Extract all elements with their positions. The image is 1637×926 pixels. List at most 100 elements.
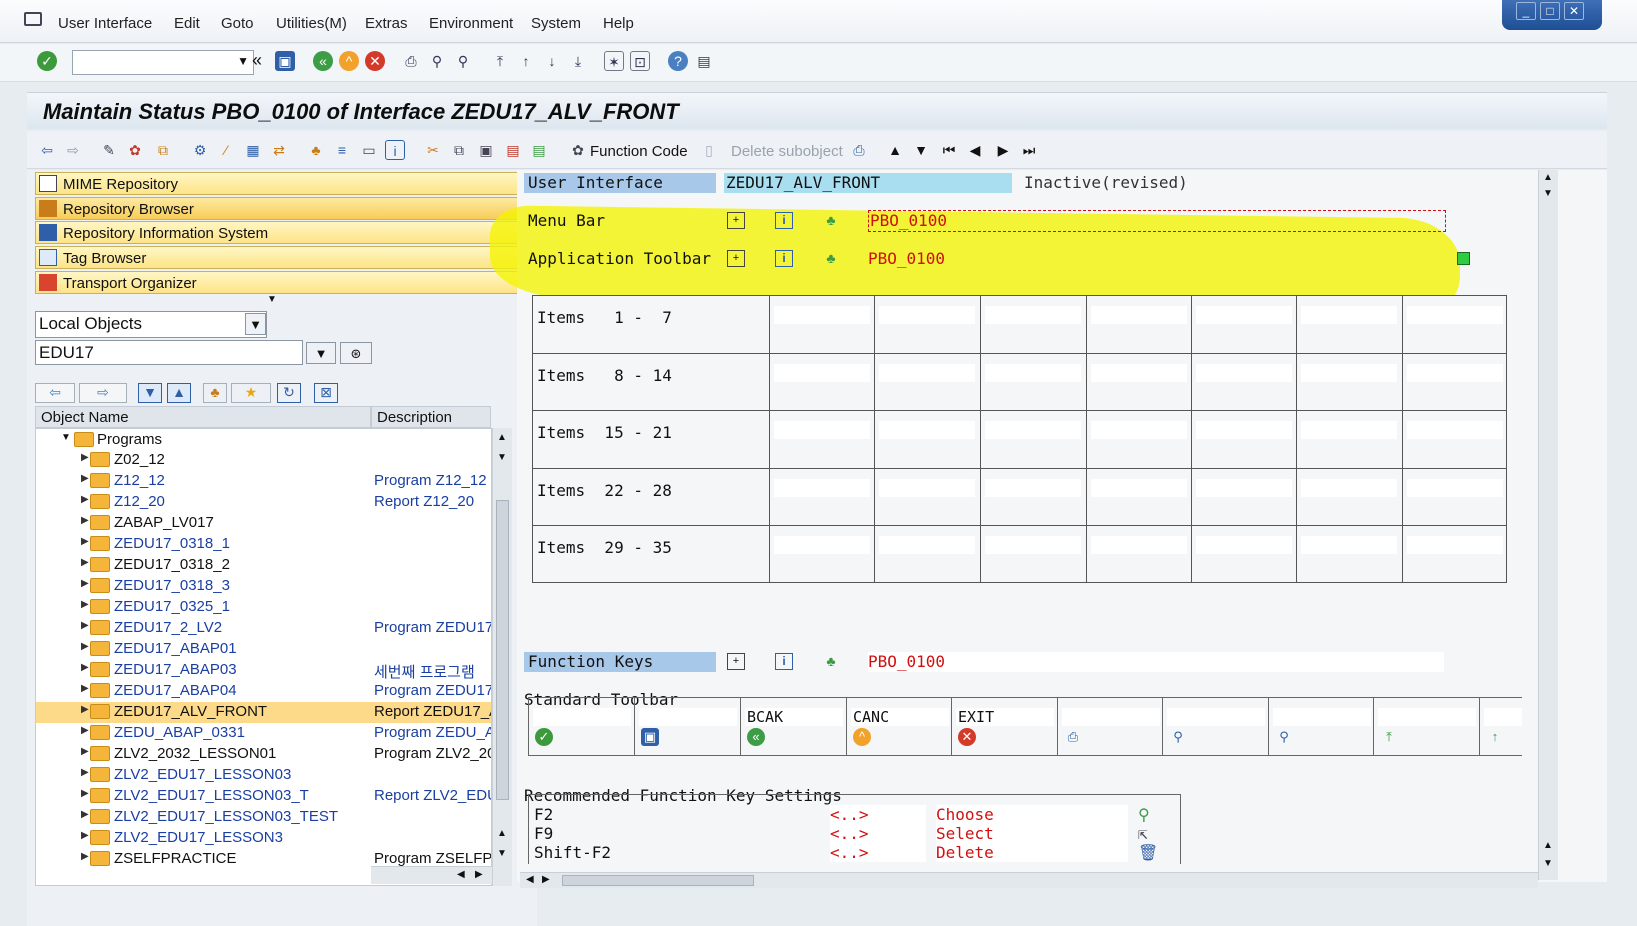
item-cell[interactable] bbox=[1196, 421, 1292, 439]
arrow-right-icon[interactable]: ⇨ bbox=[63, 140, 83, 160]
move-down-icon[interactable]: ▼ bbox=[911, 140, 931, 160]
item-cell[interactable] bbox=[1407, 421, 1503, 439]
expand-arrow-icon[interactable]: ▶ bbox=[81, 536, 89, 547]
menu-bar-status-input[interactable]: PBO_0100 bbox=[868, 210, 1446, 232]
item-cell[interactable] bbox=[1091, 306, 1187, 324]
standard-key-column[interactable]: ⚲ bbox=[1162, 698, 1268, 756]
expand-arrow-icon[interactable]: ▶ bbox=[81, 704, 89, 715]
standard-key-column[interactable]: ▣ bbox=[634, 698, 740, 756]
toolbar-expand-icon[interactable]: + bbox=[727, 250, 745, 267]
expand-arrow-icon[interactable]: ▶ bbox=[81, 662, 89, 673]
toolbar-info-icon[interactable]: i bbox=[775, 250, 793, 267]
standard-key-column[interactable]: ⚲ bbox=[1268, 698, 1374, 756]
tree-row[interactable]: ▶ ZEDU17_ABAP04 Program ZEDU17_A bbox=[36, 681, 491, 702]
tree-row[interactable]: ▶ ZEDU_ABAP_0331 Program ZEDU_AB bbox=[36, 723, 491, 744]
new-session-icon[interactable]: ✶ bbox=[604, 51, 624, 71]
item-cell[interactable] bbox=[985, 478, 1081, 497]
tree-row[interactable]: ▶ Z12_12 Program Z12_12 bbox=[36, 471, 491, 492]
expand-arrow-icon[interactable]: ▶ bbox=[81, 851, 89, 862]
item-cell[interactable] bbox=[879, 306, 975, 324]
refresh-icon[interactable]: ↻ bbox=[277, 383, 301, 403]
item-cell[interactable] bbox=[985, 306, 1081, 324]
tree-row[interactable]: ▶ ZLV2_2032_LESSON01 Program ZLV2_203 bbox=[36, 744, 491, 765]
tree-row[interactable]: ▶ ZLV2_EDU17_LESSON03_TEST bbox=[36, 807, 491, 828]
expand-arrow-icon[interactable]: ▶ bbox=[81, 767, 89, 778]
item-cell[interactable] bbox=[774, 536, 870, 554]
tree-row[interactable]: ▶ ZEDU17_0325_1 bbox=[36, 597, 491, 618]
sap-menu-icon[interactable] bbox=[24, 12, 42, 26]
tree-root-row[interactable]: ▼ Programs bbox=[36, 430, 491, 450]
tree-vertical-scrollbar[interactable]: ▲ ▼ ▲ ▼ bbox=[492, 428, 512, 886]
delete-subobject-button[interactable]: Delete subobject bbox=[731, 143, 843, 160]
item-cell[interactable] bbox=[1196, 363, 1292, 382]
scroll-up-icon[interactable]: ▲ bbox=[1543, 840, 1553, 851]
nav-repository-browser[interactable]: Repository Browser bbox=[35, 197, 537, 220]
scroll-left-icon[interactable]: ◀ bbox=[526, 874, 534, 885]
tree-row[interactable]: ▶ ZEDU17_0318_3 bbox=[36, 576, 491, 597]
tree-row[interactable]: ▶ Z12_20 Report Z12_20 bbox=[36, 492, 491, 513]
menu-goto[interactable]: Goto bbox=[221, 15, 254, 32]
nav-mime-repository[interactable]: MIME Repository bbox=[35, 172, 537, 195]
function-keys-status-input[interactable]: PBO_0100 bbox=[868, 652, 1444, 672]
application-toolbar-status-input[interactable]: PBO_0100 bbox=[868, 249, 1438, 269]
item-cell[interactable] bbox=[879, 363, 975, 382]
scroll-thumb[interactable] bbox=[562, 875, 754, 886]
expand-arrow-icon[interactable]: ▶ bbox=[81, 620, 89, 631]
scroll-down-icon[interactable]: ▼ bbox=[497, 452, 507, 463]
maximize-button[interactable]: □ bbox=[1540, 2, 1560, 20]
editor-horizontal-scrollbar[interactable]: ◀ ▶ bbox=[520, 872, 1538, 888]
standard-key-column[interactable]: ⤒ bbox=[1373, 698, 1479, 756]
tree-back-icon[interactable]: ⇦ bbox=[35, 383, 75, 403]
item-cell[interactable] bbox=[1301, 536, 1397, 554]
item-cell[interactable] bbox=[1196, 306, 1292, 324]
next-icon[interactable]: ▶ bbox=[993, 140, 1013, 160]
close-button[interactable]: ✕ bbox=[1564, 2, 1584, 20]
standard-key-column[interactable]: EXIT ✕ bbox=[951, 698, 1057, 756]
function-code-icon[interactable]: ✿ bbox=[568, 140, 588, 160]
insert-row-icon[interactable]: ▤ bbox=[529, 140, 549, 160]
expand-arrow-icon[interactable]: ▶ bbox=[81, 473, 89, 484]
function-keys-info-icon[interactable]: i bbox=[775, 653, 793, 670]
expand-arrow-icon[interactable]: ▶ bbox=[81, 725, 89, 736]
scroll-up-icon[interactable]: ▲ bbox=[497, 828, 507, 839]
recommended-row[interactable]: F9 <..> Select ⇱ bbox=[534, 824, 1184, 843]
expand-arrow-icon[interactable]: ▶ bbox=[81, 830, 89, 841]
display-icon[interactable]: ⊛ bbox=[340, 342, 372, 364]
scroll-down-icon[interactable]: ▼ bbox=[1543, 188, 1553, 199]
item-cell[interactable] bbox=[985, 536, 1081, 554]
expand-arrow-icon[interactable]: ▶ bbox=[81, 557, 89, 568]
tree-forward-icon[interactable]: ⇨ bbox=[79, 383, 127, 403]
editor-vertical-scrollbar[interactable]: ▲ ▼ ▲ ▼ bbox=[1538, 170, 1558, 880]
tree-row[interactable]: ▶ ZLV2_EDU17_LESSON3 bbox=[36, 828, 491, 849]
tree-row[interactable]: ▶ ZEDU17_ABAP03 세번째 프로그램 bbox=[36, 660, 491, 681]
magic-wand-icon[interactable]: ⁄ bbox=[216, 140, 236, 160]
choose-icon[interactable]: ⚲ bbox=[1138, 805, 1150, 824]
exit-icon[interactable]: ^ bbox=[339, 51, 359, 71]
collapse-all-icon[interactable]: ▲ bbox=[167, 383, 191, 403]
item-cell[interactable] bbox=[1301, 363, 1397, 382]
object-name-input[interactable]: EDU17 bbox=[35, 340, 303, 365]
help-icon[interactable]: ? bbox=[668, 51, 688, 71]
expand-arrow-icon[interactable]: ▶ bbox=[81, 809, 89, 820]
item-cell[interactable] bbox=[1407, 478, 1503, 497]
item-cell[interactable] bbox=[1091, 536, 1187, 554]
copy-icon[interactable]: ⧉ bbox=[449, 140, 469, 160]
cut-icon[interactable]: ✂ bbox=[423, 140, 443, 160]
standard-key-column[interactable]: ✓ bbox=[528, 698, 634, 756]
object-type-select[interactable]: Local Objects bbox=[35, 311, 267, 338]
recommended-row[interactable]: Shift-F2 <..> Delete 🗑 bbox=[534, 843, 1184, 862]
tree-row[interactable]: ▶ ZLV2_EDU17_LESSON03_T Report ZLV2_EDU1 bbox=[36, 786, 491, 807]
menu-bar-expand-icon[interactable]: + bbox=[727, 212, 745, 229]
close-tree-icon[interactable]: ⊠ bbox=[314, 383, 338, 403]
collapse-icon[interactable]: « bbox=[252, 50, 262, 71]
standard-key-column[interactable]: CANC ^ bbox=[846, 698, 952, 756]
favorite-icon[interactable]: ★ bbox=[231, 383, 271, 403]
nav-repository-info-system[interactable]: Repository Information System bbox=[35, 221, 537, 244]
scroll-down-icon[interactable]: ▼ bbox=[1543, 858, 1553, 869]
expand-arrow-icon[interactable]: ▶ bbox=[81, 788, 89, 799]
previous-icon[interactable]: ◀ bbox=[965, 140, 985, 160]
enter-icon[interactable]: ✓ bbox=[37, 51, 57, 71]
chevron-down-icon[interactable]: ▼ bbox=[245, 313, 266, 335]
cancel-icon[interactable]: ✕ bbox=[365, 51, 385, 71]
other-object-icon[interactable]: ⧉ bbox=[153, 140, 173, 160]
